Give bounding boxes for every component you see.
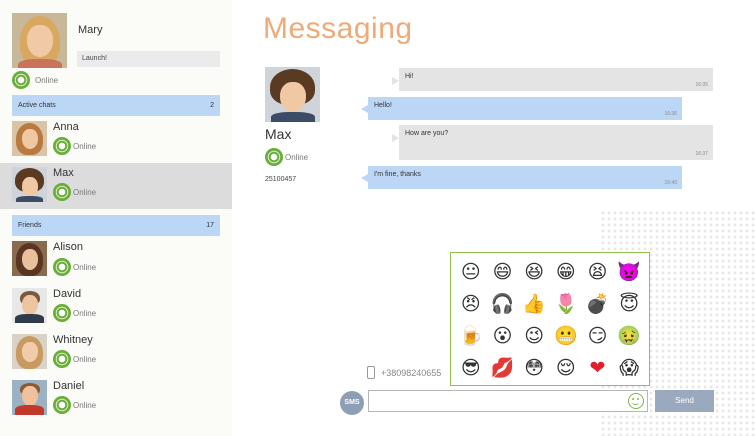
send-button[interactable]: Send <box>655 390 714 412</box>
contact-status: Online <box>73 142 97 151</box>
emoji-cool-icon[interactable]: 😎 <box>455 352 487 384</box>
active-chats-header[interactable]: Active chats 2 <box>12 95 220 116</box>
emoji-thumbs-up-icon[interactable]: 👍 <box>518 288 550 320</box>
contact-status: Online <box>73 309 97 318</box>
emoji-picker: 😐 😄 😆 😁 😫 👿 😠 🎧 👍 🌷 💣 😇 🍺 😮 😉 😬 😏 🤢 😎 💋 … <box>450 252 650 386</box>
my-status-text: Online <box>35 76 59 85</box>
peer-avatar[interactable] <box>265 67 320 122</box>
contact-status: Online <box>73 401 97 410</box>
mobile-phone-icon <box>367 366 375 379</box>
bubble-tail <box>361 174 368 182</box>
emoji-angry-icon[interactable]: 😠 <box>455 288 487 320</box>
message-time: 16:40 <box>664 180 677 186</box>
emoji-bomb-icon[interactable]: 💣 <box>582 288 614 320</box>
message-text: Hi! <box>405 73 414 80</box>
online-status-icon <box>265 148 283 166</box>
bubble-tail <box>361 105 368 113</box>
emoji-embarrassed-icon[interactable]: 😳 <box>518 352 550 384</box>
emoji-teeth-icon[interactable]: 😬 <box>550 320 582 352</box>
contact-name: David <box>53 288 82 300</box>
online-status-icon <box>53 183 71 201</box>
contact-name: Alison <box>53 241 83 253</box>
smiley-icon[interactable] <box>628 393 644 409</box>
emoji-angel-icon[interactable]: 😇 <box>613 288 645 320</box>
message-time: 16:36 <box>664 111 677 117</box>
peer-status: Online <box>285 153 309 162</box>
emoji-flower-icon[interactable]: 🌷 <box>550 288 582 320</box>
emoji-headphones-icon[interactable]: 🎧 <box>487 288 519 320</box>
contact-max-selected[interactable]: Max Online <box>0 163 232 209</box>
friends-count: 17 <box>206 222 214 229</box>
page-title: Messaging <box>263 12 413 45</box>
my-avatar[interactable] <box>12 13 67 68</box>
sms-phone-number: +38098240655 <box>381 368 442 378</box>
emoji-smirk-icon[interactable]: 😏 <box>582 320 614 352</box>
emoji-neutral-icon[interactable]: 😐 <box>455 256 487 288</box>
message-text: How are you? <box>405 130 449 137</box>
emoji-beer-icon[interactable]: 🍺 <box>455 320 487 352</box>
emoji-sick-icon[interactable]: 🤢 <box>613 320 645 352</box>
avatar <box>12 288 47 323</box>
emoji-scream-icon[interactable]: 😱 <box>613 352 645 384</box>
emoji-kiss-icon[interactable]: 💋 <box>487 352 519 384</box>
contact-name: Max <box>53 167 74 179</box>
online-status-icon[interactable] <box>12 71 30 89</box>
avatar <box>12 167 47 202</box>
emoji-relieved-icon[interactable]: 😌 <box>550 352 582 384</box>
avatar <box>12 241 47 276</box>
contact-status: Online <box>73 188 97 197</box>
emoji-surprised-icon[interactable]: 😮 <box>487 320 519 352</box>
message-time: 16:37 <box>695 151 708 157</box>
contact-status: Online <box>73 355 97 364</box>
friends-header[interactable]: Friends 17 <box>12 215 220 236</box>
active-chats-count: 2 <box>210 102 214 109</box>
online-status-icon <box>53 304 71 322</box>
contact-status: Online <box>73 263 97 272</box>
online-status-icon <box>53 396 71 414</box>
message-bubble-incoming[interactable]: How are you? 16:37 <box>399 125 713 160</box>
message-bubble-incoming[interactable]: Hi! 16:35 <box>399 68 713 91</box>
my-name: Mary <box>78 24 103 36</box>
message-time: 16:35 <box>695 82 708 88</box>
bubble-tail <box>392 77 399 85</box>
message-input[interactable] <box>368 390 648 412</box>
message-text: I'm fine, thanks <box>374 171 421 178</box>
emoji-smile-icon[interactable]: 😄 <box>487 256 519 288</box>
contact-name: Whitney <box>53 334 93 346</box>
message-bubble-outgoing[interactable]: Hello! 16:36 <box>368 97 682 120</box>
avatar <box>12 121 47 156</box>
message-text: Hello! <box>374 102 392 109</box>
message-bubble-outgoing[interactable]: I'm fine, thanks 16:40 <box>368 166 682 189</box>
sms-toggle-button[interactable]: SMS <box>340 391 364 415</box>
online-status-icon <box>53 350 71 368</box>
emoji-tired-icon[interactable]: 😫 <box>582 256 614 288</box>
active-chats-label: Active chats <box>18 102 56 109</box>
contact-name: Anna <box>53 121 79 133</box>
peer-name: Max <box>265 126 292 142</box>
online-status-icon <box>53 258 71 276</box>
emoji-wink-icon[interactable]: 😉 <box>518 320 550 352</box>
emoji-grin-icon[interactable]: 😁 <box>550 256 582 288</box>
my-mood-message[interactable]: Launch! <box>77 51 220 67</box>
friends-label: Friends <box>18 222 42 229</box>
peer-phone: 25100457 <box>265 176 297 183</box>
emoji-laugh-icon[interactable]: 😆 <box>518 256 550 288</box>
avatar <box>12 380 47 415</box>
contact-name: Daniel <box>53 380 85 392</box>
emoji-heart-icon[interactable]: ❤ <box>582 352 614 384</box>
bubble-tail <box>392 134 399 142</box>
online-status-icon <box>53 137 71 155</box>
emoji-devil-icon[interactable]: 👿 <box>613 256 645 288</box>
avatar <box>12 334 47 369</box>
